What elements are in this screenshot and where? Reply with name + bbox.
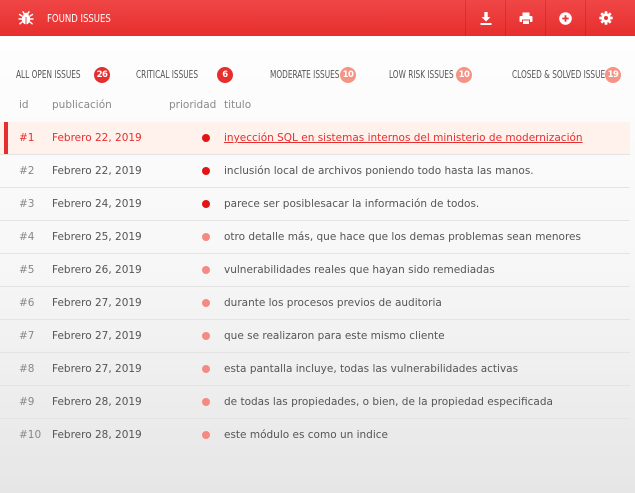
issue-id: #5 <box>19 264 35 276</box>
table-row[interactable]: #10 Febrero 28, 2019 este módulo es como u… <box>0 419 630 451</box>
table-row[interactable]: #6 Febrero 27, 2019 durante los procesos p… <box>0 287 630 320</box>
issue-id: #6 <box>19 297 35 309</box>
issue-title-link[interactable]: otro detalle más, que hace que los demas… <box>224 231 581 243</box>
issue-id: #7 <box>19 330 35 342</box>
add-button[interactable] <box>545 0 585 36</box>
issue-date: Febrero 22, 2019 <box>52 132 142 144</box>
table-row[interactable]: #7 Febrero 27, 2019 que se realizaron para… <box>0 320 630 353</box>
settings-button[interactable] <box>585 0 625 36</box>
table-row[interactable]: #8 Febrero 27, 2019 esta pantalla incluye,… <box>0 353 630 386</box>
tab-critical-issues[interactable]: Critical issues 6 <box>136 60 233 90</box>
tab-moderate-issues[interactable]: Moderate issues 10 <box>270 60 359 90</box>
issue-id: #8 <box>19 363 35 375</box>
count-badge: 10 <box>340 67 356 83</box>
priority-dot <box>202 266 210 274</box>
download-icon <box>480 11 491 25</box>
issue-title-link[interactable]: este módulo es como un indice <box>224 429 388 441</box>
issue-date: Febrero 22, 2019 <box>52 165 142 177</box>
table-row[interactable]: #5 Febrero 26, 2019 vulnerabilidades reale… <box>0 254 630 287</box>
brand: Found issues <box>18 0 121 36</box>
issue-title-link[interactable]: parece ser posiblesacar la información d… <box>224 198 479 210</box>
issue-tabs: All open issues 26 Critical issues 6 Mod… <box>0 60 635 90</box>
count-badge: 19 <box>605 67 621 83</box>
priority-dot <box>202 365 210 373</box>
issue-id: #9 <box>19 396 35 408</box>
count-badge: 6 <box>217 67 233 83</box>
priority-dot <box>202 167 210 175</box>
top-bar: Found issues <box>0 0 635 36</box>
tab-all-open-issues[interactable]: All open issues 26 <box>16 60 110 90</box>
issue-title-link[interactable]: inclusión local de archivos poniendo tod… <box>224 165 534 177</box>
priority-dot <box>202 431 210 439</box>
priority-dot <box>202 233 210 241</box>
priority-dot <box>202 398 210 406</box>
page-title: Found issues <box>47 11 111 25</box>
table-row[interactable]: #4 Febrero 25, 2019 otro detalle más, que … <box>0 221 630 254</box>
issue-title-link[interactable]: vulnerabilidades reales que hayan sido r… <box>224 264 495 276</box>
priority-dot <box>202 332 210 340</box>
download-button[interactable] <box>465 0 505 36</box>
print-button[interactable] <box>505 0 545 36</box>
issue-id: #10 <box>19 429 42 441</box>
tab-label: Critical issues <box>136 69 198 81</box>
issue-date: Febrero 27, 2019 <box>52 297 142 309</box>
issues-table: #1 Febrero 22, 2019 inyección SQL en siste… <box>0 122 630 451</box>
column-header-id[interactable]: id <box>19 99 29 111</box>
issue-date: Febrero 28, 2019 <box>52 429 142 441</box>
issue-id: #3 <box>19 198 35 210</box>
column-header-date[interactable]: publicación <box>52 99 112 111</box>
count-badge: 10 <box>456 67 472 83</box>
priority-dot <box>202 134 210 142</box>
issue-title-link[interactable]: inyección SQL en sistemas internos del m… <box>224 132 583 144</box>
issue-date: Febrero 28, 2019 <box>52 396 142 408</box>
tab-label: Moderate issues <box>270 69 340 81</box>
print-icon <box>519 12 532 25</box>
issue-date: Febrero 27, 2019 <box>52 363 142 375</box>
issue-id: #2 <box>19 165 35 177</box>
issue-date: Febrero 26, 2019 <box>52 264 142 276</box>
issue-date: Febrero 25, 2019 <box>52 231 142 243</box>
column-header-priority[interactable]: prioridad <box>169 99 216 111</box>
issue-title-link[interactable]: que se realizaron para este mismo client… <box>224 330 445 342</box>
issue-date: Febrero 24, 2019 <box>52 198 142 210</box>
issue-id: #4 <box>19 231 35 243</box>
tab-closed-solved-issues[interactable]: Closed & solved issues 19 <box>512 60 635 90</box>
selected-row-marker <box>4 122 8 154</box>
issue-title-link[interactable]: de todas las propiedades, o bien, de la … <box>224 396 553 408</box>
issue-date: Febrero 27, 2019 <box>52 330 142 342</box>
table-row[interactable]: #9 Febrero 28, 2019 de todas las propiedad… <box>0 386 630 419</box>
issue-id: #1 <box>19 132 35 144</box>
tab-label: All open issues <box>16 69 81 81</box>
table-row[interactable]: #1 Febrero 22, 2019 inyección SQL en siste… <box>0 122 630 155</box>
priority-dot <box>202 299 210 307</box>
gear-icon <box>598 11 613 25</box>
issue-title-link[interactable]: durante los procesos previos de auditori… <box>224 297 442 309</box>
count-badge: 26 <box>94 67 110 83</box>
tab-label: Closed & solved issues <box>512 69 610 81</box>
column-header-title[interactable]: titulo <box>224 99 251 111</box>
table-row[interactable]: #2 Febrero 22, 2019 inclusión local de arc… <box>0 155 630 188</box>
tab-label: Low risk issues <box>389 69 454 81</box>
bug-icon <box>18 11 34 25</box>
issue-title-link[interactable]: esta pantalla incluye, todas las vulnera… <box>224 363 518 375</box>
tab-low-risk-issues[interactable]: Low risk issues 10 <box>389 60 472 90</box>
table-header: id publicación prioridad titulo <box>0 94 635 118</box>
priority-dot <box>202 200 210 208</box>
table-row[interactable]: #3 Febrero 24, 2019 parece ser posiblesaca… <box>0 188 630 221</box>
plus-circle-icon <box>559 11 572 25</box>
